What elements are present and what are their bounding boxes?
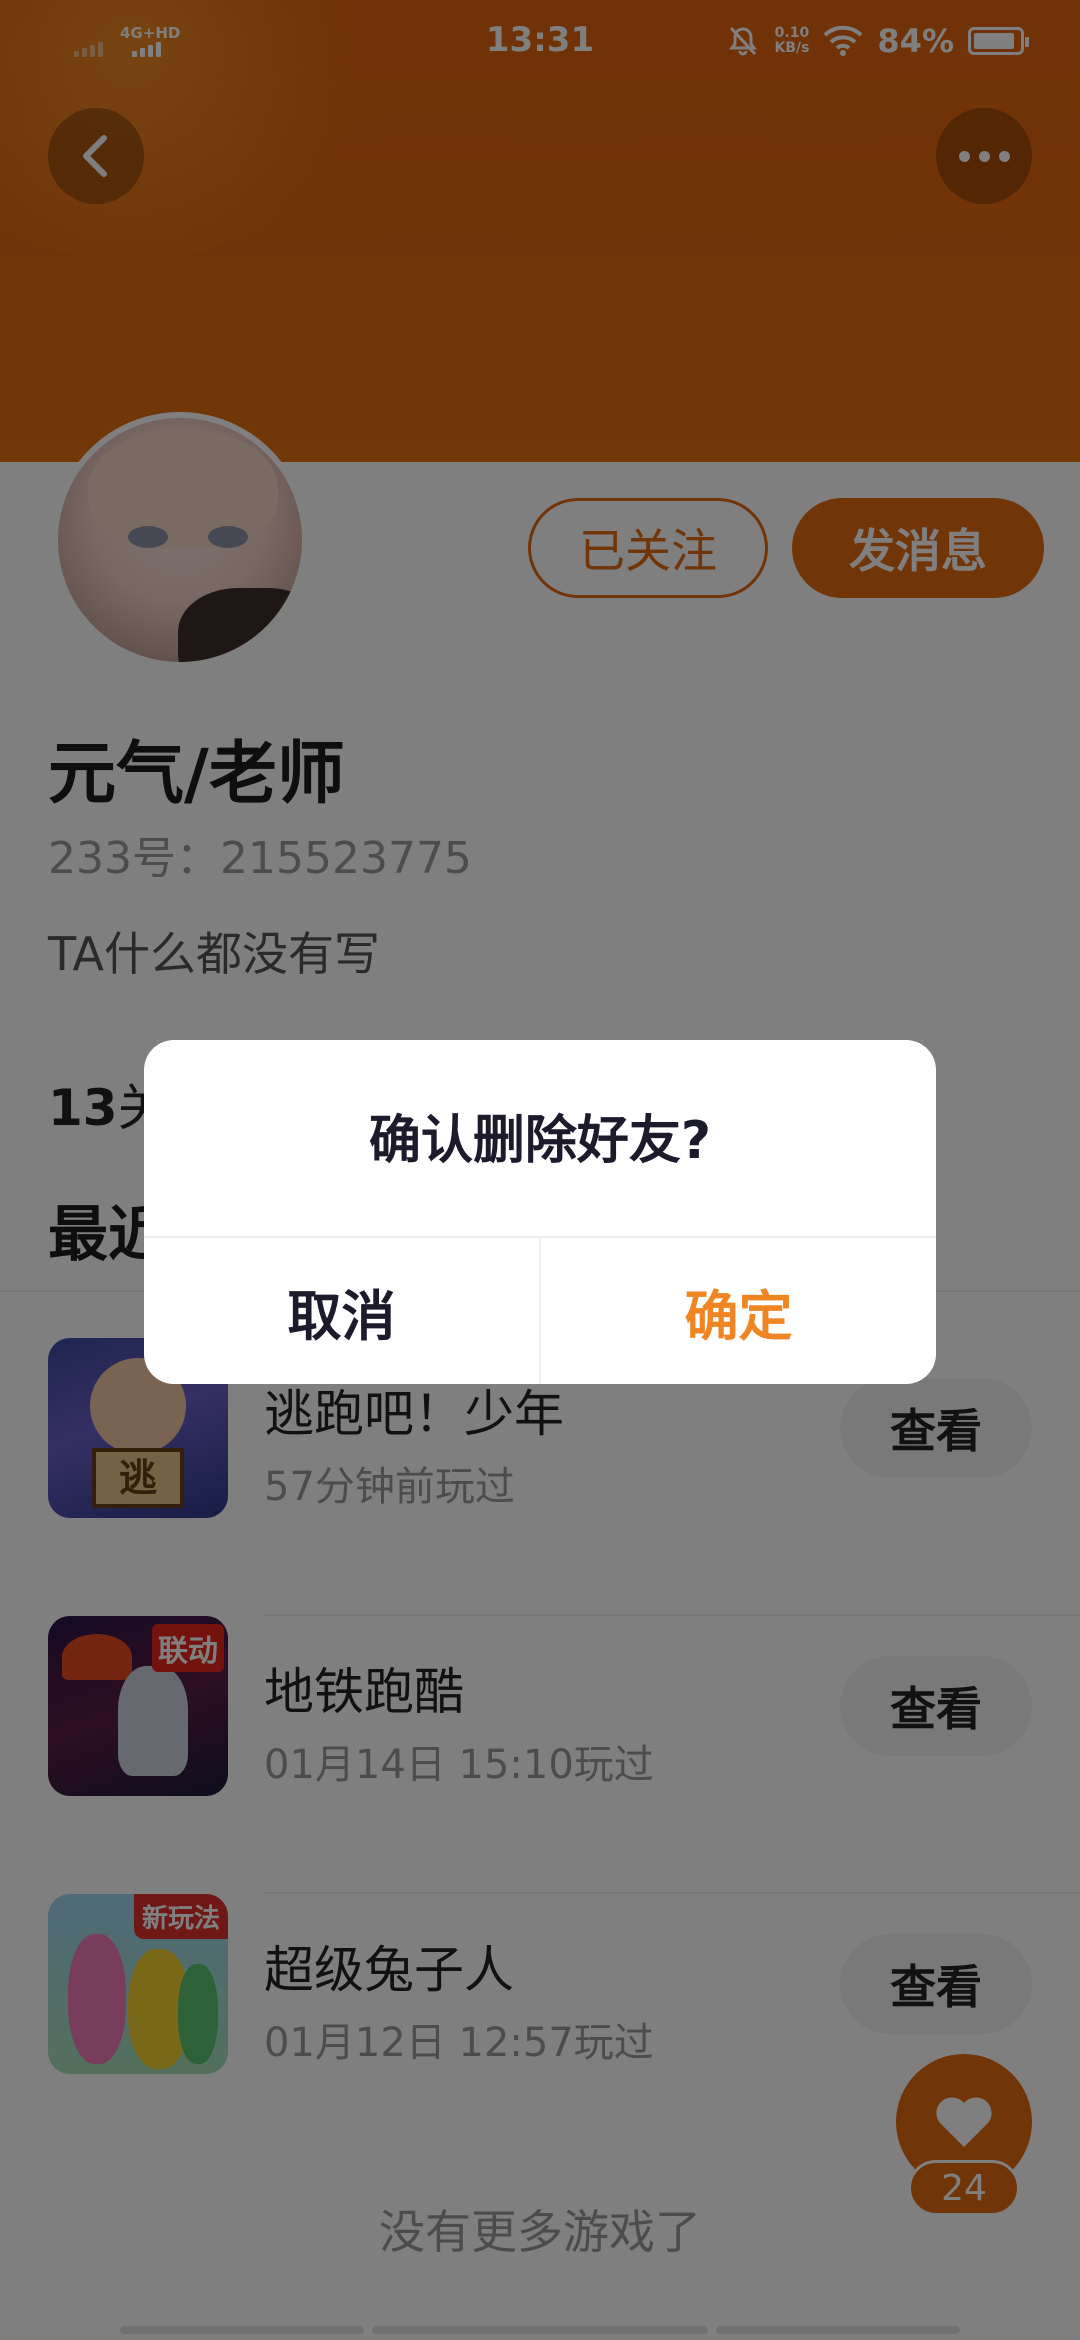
confirm-delete-dialog: 确认删除好友? 取消 确定 <box>144 1040 936 1384</box>
dialog-title: 确认删除好友? <box>368 1111 712 1171</box>
confirm-button[interactable]: 确定 <box>541 1238 936 1384</box>
cancel-button[interactable]: 取消 <box>144 1238 539 1384</box>
